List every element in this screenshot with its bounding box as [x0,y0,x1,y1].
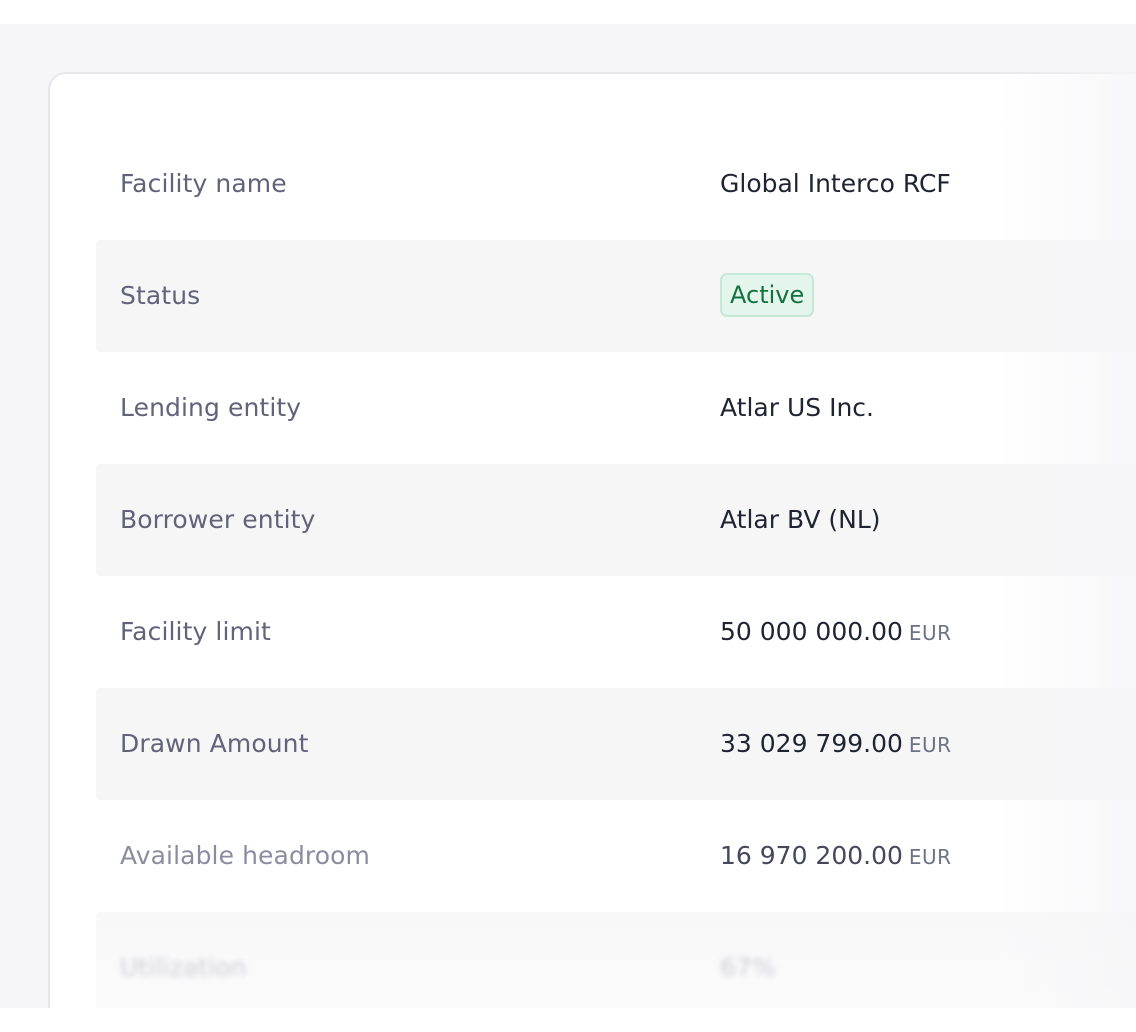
status-value: Active [720,240,815,352]
available-headroom-amount: 16 970 200.00 [720,841,903,870]
detail-row-utilization: Utilization 67% [96,912,1136,1008]
facility-limit-amount: 50 000 000.00 [720,617,903,646]
detail-row-facility-name: Facility name Global Interco RCF [96,128,1136,240]
detail-row-status: Status Active [96,240,1136,352]
facility-name-label: Facility name [120,169,287,198]
facility-details-list: Facility name Global Interco RCF Status … [96,128,1136,1008]
facility-limit-currency: EUR [908,621,952,645]
utilization-label: Utilization [120,953,247,982]
available-headroom-value: 16 970 200.00 EUR [720,800,952,912]
drawn-amount-label: Drawn Amount [120,729,309,758]
facility-limit-label: Facility limit [120,617,271,646]
borrower-entity-label: Borrower entity [120,505,316,534]
facility-limit-value: 50 000 000.00 EUR [720,576,952,688]
facility-details-card: Facility name Global Interco RCF Status … [48,72,1136,1008]
detail-row-facility-limit: Facility limit 50 000 000.00 EUR [96,576,1136,688]
drawn-amount-amount: 33 029 799.00 [720,729,903,758]
utilization-value: 67% [720,953,776,982]
available-headroom-label: Available headroom [120,841,370,870]
available-headroom-currency: EUR [908,845,952,869]
borrower-entity-value: Atlar BV (NL) [720,505,881,534]
page-background: Facility name Global Interco RCF Status … [0,24,1136,1008]
detail-row-drawn-amount: Drawn Amount 33 029 799.00 EUR [96,688,1136,800]
lending-entity-value: Atlar US Inc. [720,393,874,422]
detail-row-lending-entity: Lending entity Atlar US Inc. [96,352,1136,464]
drawn-amount-value: 33 029 799.00 EUR [720,688,952,800]
detail-row-available-headroom: Available headroom 16 970 200.00 EUR [96,800,1136,912]
drawn-amount-currency: EUR [908,733,952,757]
facility-name-value: Global Interco RCF [720,169,951,198]
detail-row-borrower-entity: Borrower entity Atlar BV (NL) [96,464,1136,576]
status-label: Status [120,281,201,310]
lending-entity-label: Lending entity [120,393,302,422]
status-badge: Active [720,273,815,317]
